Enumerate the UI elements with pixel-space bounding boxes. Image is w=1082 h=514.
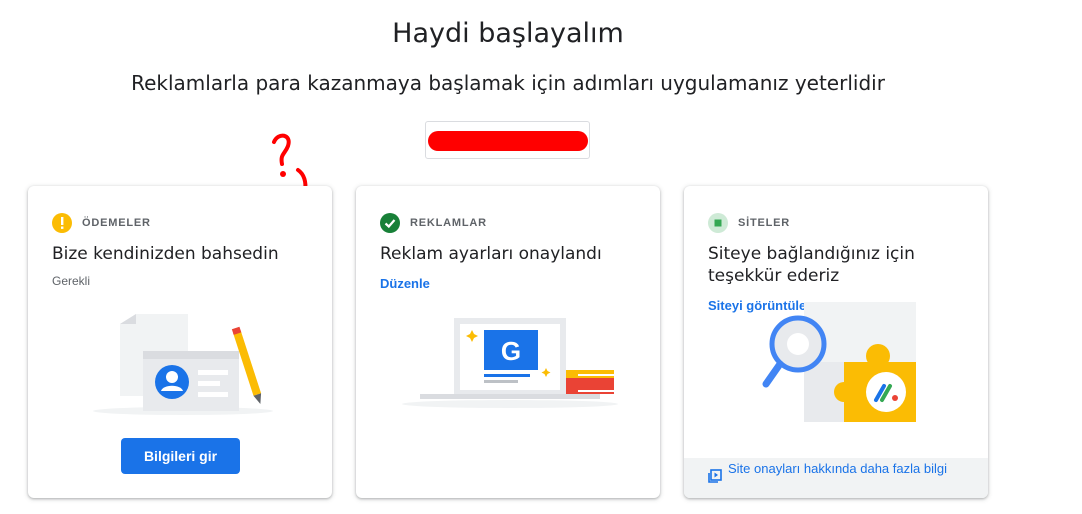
learn-more-banner[interactable]: Site onayları hakkında daha fazla bilgi xyxy=(684,458,988,498)
laptop-illustration-icon: G xyxy=(402,318,618,408)
sites-category: SİTELER xyxy=(708,213,790,233)
edit-link[interactable]: Düzenle xyxy=(380,276,430,291)
page-subtitle: Reklamlarla para kazanmaya başlamak için… xyxy=(131,71,885,95)
sites-title: Siteye bağlandığınız için teşekkür ederi… xyxy=(708,244,915,286)
ads-card: REKLAMLAR Reklam ayarları onaylandı Düze… xyxy=(356,186,660,498)
video-icon xyxy=(708,469,722,483)
puzzle-search-illustration-icon xyxy=(762,302,916,422)
enter-info-button[interactable]: Bilgileri gir xyxy=(121,438,240,474)
warning-icon xyxy=(52,213,72,233)
payments-category: ÖDEMELER xyxy=(52,213,151,233)
id-card-illustration-icon xyxy=(93,314,273,415)
site-square-icon xyxy=(708,213,728,233)
ads-title: Reklam ayarları onaylandı xyxy=(380,244,602,264)
sites-card: SİTELER Siteye bağlandığınız için teşekk… xyxy=(684,186,988,498)
page-title: Haydi başlayalım xyxy=(392,18,624,49)
payments-title: Bize kendinizden bahsedin xyxy=(52,244,279,264)
learn-more-link[interactable]: Site onayları hakkında daha fazla bilgi xyxy=(728,461,948,477)
redaction-mark xyxy=(428,131,588,151)
payments-card: ÖDEMELER Bize kendinizden bahsedin Gerek… xyxy=(28,186,332,498)
sites-category-label: SİTELER xyxy=(738,217,791,229)
payments-status: Gerekli xyxy=(52,274,91,288)
ads-category: REKLAMLAR xyxy=(380,213,487,233)
check-icon xyxy=(380,213,400,233)
payments-category-label: ÖDEMELER xyxy=(82,217,151,229)
account-selector[interactable] xyxy=(425,121,590,159)
ads-category-label: REKLAMLAR xyxy=(410,217,487,229)
g-logo-letter: G xyxy=(501,336,521,366)
